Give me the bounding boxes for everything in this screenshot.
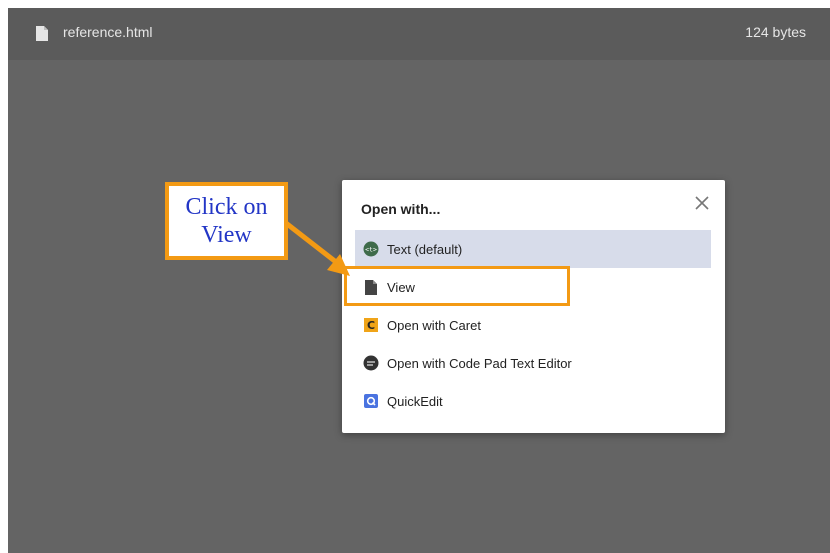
dialog-title: Open with... [361, 201, 441, 217]
menu-item-code-pad[interactable]: Open with Code Pad Text Editor [355, 344, 711, 382]
caret-app-icon: C [363, 317, 379, 333]
file-icon [363, 279, 379, 295]
annotation-callout: Click on View [165, 182, 288, 260]
file-name: reference.html [63, 24, 153, 40]
file-icon [36, 26, 48, 41]
quickedit-icon [363, 393, 379, 409]
menu-item-label: Open with Caret [387, 317, 481, 333]
code-pad-icon [363, 355, 379, 371]
menu-item-label: View [387, 279, 415, 295]
menu-item-view[interactable]: View [355, 268, 711, 306]
svg-text:C: C [367, 319, 375, 332]
menu-item-quickedit[interactable]: QuickEdit [355, 382, 711, 420]
menu-item-label: Text (default) [387, 241, 463, 257]
open-with-dialog: Open with... <t> Text (default) View C O… [342, 180, 725, 433]
svg-text:<t>: <t> [365, 246, 377, 254]
callout-line-2: View [201, 222, 252, 248]
open-with-menu: <t> Text (default) View C Open with Care… [355, 230, 711, 420]
text-editor-icon: <t> [363, 241, 379, 257]
menu-item-caret[interactable]: C Open with Caret [355, 306, 711, 344]
file-header-bar: reference.html 124 bytes [8, 8, 830, 60]
close-icon[interactable] [691, 192, 713, 214]
menu-item-label: QuickEdit [387, 393, 443, 409]
menu-item-label: Open with Code Pad Text Editor [387, 355, 572, 371]
file-size: 124 bytes [745, 24, 806, 40]
callout-line-1: Click on [185, 194, 268, 220]
menu-item-text-default[interactable]: <t> Text (default) [355, 230, 711, 268]
